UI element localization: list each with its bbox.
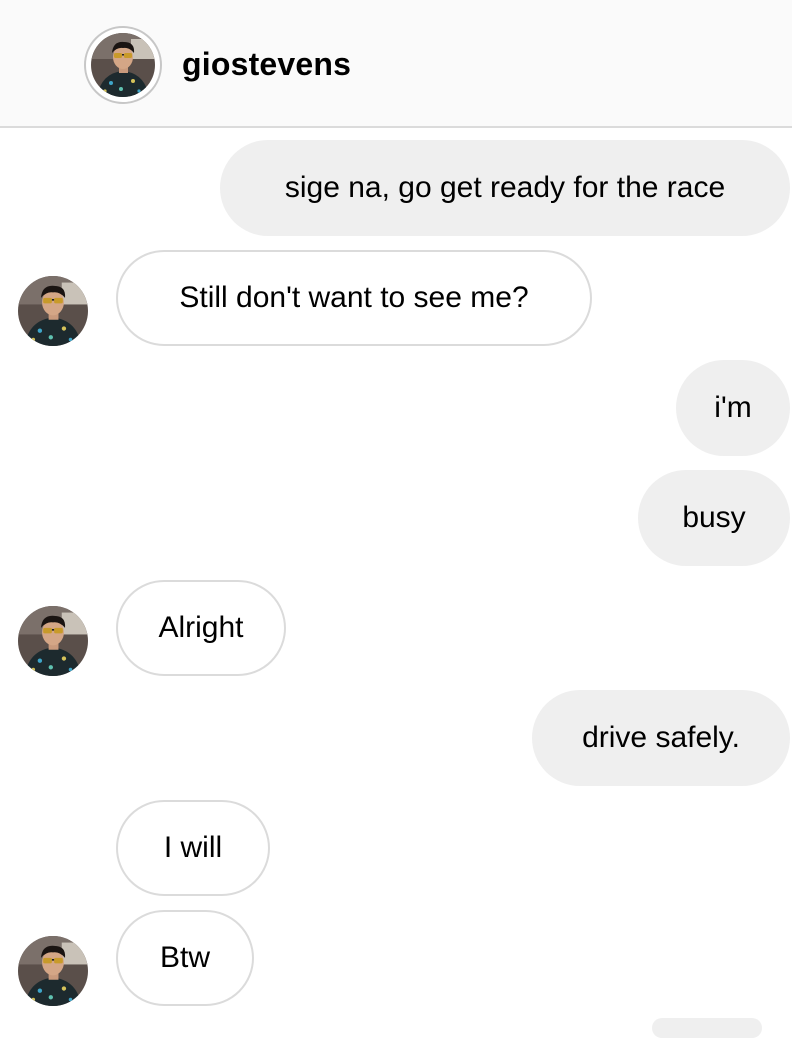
profile-avatar[interactable] [84, 26, 162, 104]
username[interactable]: giostevens [182, 46, 351, 83]
incoming-message[interactable]: Alright [116, 580, 286, 676]
next-message-partial [652, 1018, 762, 1038]
sender-avatar-icon[interactable] [18, 936, 88, 1006]
chat-header: giostevens [0, 0, 792, 128]
incoming-message[interactable]: Btw [116, 910, 254, 1006]
outgoing-message[interactable]: sige na, go get ready for the race [220, 140, 790, 236]
incoming-message[interactable]: Still don't want to see me? [116, 250, 592, 346]
avatar-icon [91, 33, 155, 97]
incoming-message[interactable]: I will [116, 800, 270, 896]
sender-avatar-icon[interactable] [18, 276, 88, 346]
outgoing-message[interactable]: busy [638, 470, 790, 566]
outgoing-message[interactable]: drive safely. [532, 690, 790, 786]
outgoing-message[interactable]: i'm [676, 360, 790, 456]
sender-avatar-icon[interactable] [18, 606, 88, 676]
